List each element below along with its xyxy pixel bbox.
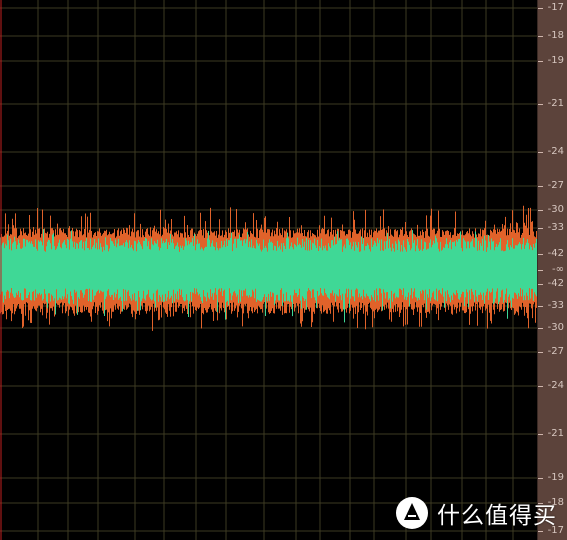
audio-editor-window: -17 -18 -19 -21 -24 -27 -30 -33 -42 -∞ -42 -33 -30 -2… xyxy=(0,0,567,540)
db-label: -19 xyxy=(547,472,564,483)
db-label: -33 xyxy=(547,222,564,233)
db-tick xyxy=(538,306,543,307)
db-tick xyxy=(538,284,543,285)
db-tick xyxy=(538,386,543,387)
waveform-core-band xyxy=(0,254,537,286)
db-label: -17 xyxy=(547,2,564,13)
watermark: 什么值得买 xyxy=(395,494,557,532)
db-tick xyxy=(538,8,543,9)
db-tick xyxy=(538,478,543,479)
waveform-view[interactable] xyxy=(0,0,537,540)
db-tick xyxy=(538,104,543,105)
db-label: -33 xyxy=(547,300,564,311)
db-label: -24 xyxy=(547,380,564,391)
db-label: -27 xyxy=(547,180,564,191)
db-label: -∞ xyxy=(552,264,564,275)
db-label: -21 xyxy=(547,428,564,439)
db-tick xyxy=(538,152,543,153)
db-label: -30 xyxy=(547,204,564,215)
db-label: -21 xyxy=(547,98,564,109)
zhi-logo-icon xyxy=(396,497,428,529)
db-tick xyxy=(538,61,543,62)
db-tick xyxy=(538,270,543,271)
db-tick xyxy=(538,186,543,187)
db-tick xyxy=(538,352,543,353)
db-ruler[interactable]: -17 -18 -19 -21 -24 -27 -30 -33 -42 -∞ -42 -33 -30 -2… xyxy=(537,0,567,540)
db-label: -19 xyxy=(547,55,564,66)
db-tick xyxy=(538,434,543,435)
db-label: -27 xyxy=(547,346,564,357)
watermark-text: 什么值得买 xyxy=(437,503,557,529)
db-tick xyxy=(538,36,543,37)
db-tick xyxy=(538,328,543,329)
db-label: -24 xyxy=(547,146,564,157)
db-tick xyxy=(538,254,543,255)
db-tick xyxy=(538,210,543,211)
db-tick xyxy=(538,228,543,229)
db-label: -42 xyxy=(547,278,564,289)
waveform-svg[interactable] xyxy=(0,0,537,540)
db-label: -42 xyxy=(547,248,564,259)
db-label: -30 xyxy=(547,322,564,333)
db-label: -18 xyxy=(547,30,564,41)
